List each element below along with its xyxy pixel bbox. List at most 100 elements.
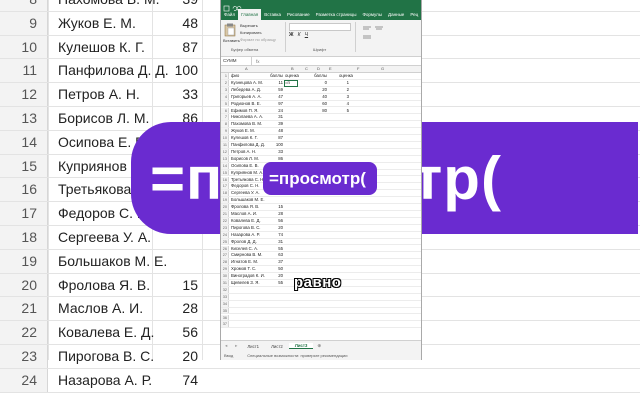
row-number[interactable]: 36 <box>221 314 229 321</box>
row-number[interactable]: 21 <box>221 211 229 217</box>
name-cell[interactable]: Назарова А. Р. <box>231 232 260 239</box>
name-cell[interactable]: Смирнова В. М. <box>231 252 262 259</box>
row-number[interactable]: 5 <box>221 100 229 107</box>
paste-icon[interactable] <box>224 23 236 37</box>
ribbon-tab[interactable]: Файл <box>221 12 238 17</box>
row-number[interactable]: 4 <box>221 93 229 100</box>
threshold-cell[interactable]: баллы <box>313 73 327 80</box>
row-number[interactable]: 3 <box>221 86 229 93</box>
score-cell[interactable]: 55 <box>269 280 283 287</box>
name-cell[interactable]: Кулешов К. Г. <box>231 135 258 142</box>
row-number[interactable]: 17 <box>221 183 229 190</box>
row-number[interactable]: 24 <box>221 231 229 238</box>
row-number[interactable]: 11 <box>221 142 229 148</box>
underline-icon[interactable]: Ч <box>305 32 308 38</box>
name-cell[interactable]: Пирогова В. С. <box>231 225 261 232</box>
name-cell[interactable]: Николаева А. А. <box>231 114 263 121</box>
row-number[interactable]: 10 <box>221 135 229 141</box>
name-cell[interactable]: Григорьев А. А. <box>231 94 262 101</box>
column-header[interactable]: G <box>381 66 384 72</box>
name-cell[interactable]: Сергеева У. А. <box>231 190 260 197</box>
row-number[interactable]: 18 <box>221 190 229 197</box>
grade-value-cell[interactable]: 1 <box>339 80 349 87</box>
threshold-cell[interactable]: 80 <box>313 108 327 115</box>
row-number[interactable]: 13 <box>221 155 229 162</box>
ribbon-tab[interactable]: Данные <box>385 12 407 17</box>
row-number[interactable]: 9 <box>221 128 229 135</box>
ribbon-tab[interactable]: Вставка <box>261 12 284 17</box>
add-sheet-icon[interactable]: ⊕ <box>313 343 325 349</box>
sheet-tab[interactable]: Лист3 <box>288 343 314 349</box>
row-number[interactable]: 16 <box>221 176 229 183</box>
threshold-cell[interactable]: 0 <box>313 80 327 87</box>
score-cell[interactable]: 100 <box>269 142 283 149</box>
name-cell[interactable]: Фролов Д. Д. <box>231 239 257 246</box>
grade-value-cell[interactable]: 3 <box>339 94 349 101</box>
row-number[interactable]: 27 <box>221 252 229 259</box>
ribbon-tab[interactable]: Разметка страницы <box>313 12 360 17</box>
name-cell[interactable]: Федоров С. Н. <box>231 183 260 190</box>
score-cell[interactable]: 31 <box>269 114 283 121</box>
name-cell[interactable]: Лебедева А. Д. <box>231 87 261 94</box>
score-cell[interactable]: 59 <box>269 87 283 94</box>
alignment-buttons[interactable] <box>361 24 411 42</box>
name-cell[interactable]: Панфилова Д. Д. <box>231 142 265 149</box>
column-header[interactable]: B <box>291 66 294 72</box>
score-cell[interactable]: 55 <box>269 246 283 253</box>
ribbon-tab[interactable]: Рисование <box>284 12 313 17</box>
fx-icon[interactable]: fx <box>252 59 260 64</box>
grade-cell[interactable]: оценка <box>285 73 299 80</box>
name-cell[interactable]: Третьякова С. Н. <box>231 177 264 184</box>
name-cell[interactable]: Пахомова В. М. <box>231 121 262 128</box>
column-header[interactable]: C <box>305 66 308 72</box>
row-number[interactable]: 31 <box>221 280 229 286</box>
align-icons[interactable] <box>361 24 411 42</box>
row-number[interactable]: 34 <box>221 300 229 307</box>
grade-value-cell[interactable]: 2 <box>339 87 349 94</box>
row-number[interactable]: 25 <box>221 238 229 245</box>
name-cell[interactable]: Щевелев З. Я. <box>231 280 260 287</box>
score-cell[interactable]: 33 <box>269 149 283 156</box>
grade-value-cell[interactable]: 4 <box>339 101 349 108</box>
threshold-cell[interactable]: 40 <box>313 94 327 101</box>
score-cell[interactable]: 87 <box>269 135 283 142</box>
sheet-tab[interactable]: Лист1 <box>241 344 265 349</box>
row-number[interactable]: 20 <box>221 204 229 210</box>
name-cell[interactable]: Ефимов П. Я. <box>231 108 258 115</box>
name-cell[interactable]: Игнатов Е. М. <box>231 259 258 266</box>
row-number[interactable]: 37 <box>221 321 229 328</box>
row-number[interactable]: 1 <box>221 73 229 79</box>
score-cell[interactable]: 15 <box>269 204 283 211</box>
name-cell[interactable]: Ковалева Е. Д. <box>231 218 261 225</box>
grade-value-cell[interactable]: оценка <box>339 73 353 80</box>
column-header[interactable]: D <box>317 66 320 72</box>
ribbon-tab[interactable]: Главная <box>238 9 262 20</box>
score-cell[interactable]: 20 <box>269 225 283 232</box>
name-cell[interactable]: Куприянов М. А. <box>231 170 263 177</box>
ribbon-tab[interactable]: Формулы <box>359 12 385 17</box>
score-cell[interactable]: 11 <box>269 80 283 87</box>
row-number[interactable]: 6 <box>221 107 229 114</box>
row-number[interactable]: 12 <box>221 148 229 155</box>
bold-icon[interactable]: Ж <box>289 32 294 38</box>
scroll-right-icon[interactable]: ▸ <box>231 343 241 349</box>
row-number[interactable]: 35 <box>221 307 229 314</box>
copy-button[interactable]: Копировать <box>240 30 262 35</box>
score-cell[interactable]: 28 <box>269 211 283 218</box>
score-cell[interactable]: 37 <box>269 259 283 266</box>
row-number[interactable]: 30 <box>221 273 229 279</box>
row-number[interactable]: 8 <box>221 121 229 128</box>
name-cell[interactable]: фио <box>231 73 239 80</box>
name-cell[interactable]: Жуков Е. М. <box>231 128 255 135</box>
font-format-buttons[interactable]: Ж К Ч <box>289 32 349 38</box>
paste-button[interactable]: Вставить <box>223 38 240 43</box>
column-header[interactable]: E <box>329 66 332 72</box>
scroll-left-icon[interactable]: ◂ <box>221 343 231 349</box>
score-cell[interactable]: 97 <box>269 101 283 108</box>
name-cell[interactable]: Хромов Т. С. <box>231 266 256 273</box>
italic-icon[interactable]: К <box>298 32 301 38</box>
row-number[interactable]: 22 <box>221 217 229 224</box>
column-header[interactable]: A <box>245 66 248 72</box>
sheet-tab[interactable]: Лист2 <box>265 344 289 349</box>
score-cell[interactable]: 31 <box>269 239 283 246</box>
